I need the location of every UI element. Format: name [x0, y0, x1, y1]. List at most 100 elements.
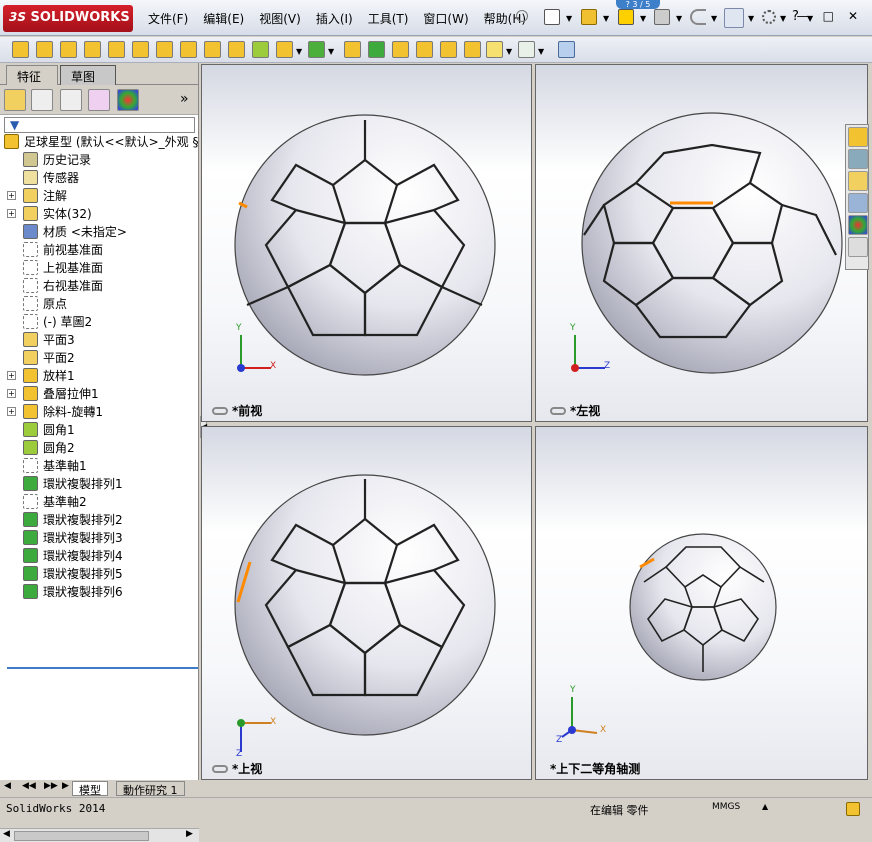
fillet-dropdown-arrow[interactable]: ▼: [296, 47, 302, 56]
menu-insert[interactable]: 插入(I): [316, 10, 353, 27]
open-dropdown-arrow[interactable]: ▼: [603, 14, 609, 23]
tab-motion-study[interactable]: 動作研究 1: [116, 781, 185, 797]
viewport-left[interactable]: Y Z *左视: [535, 64, 868, 422]
draft-icon[interactable]: [392, 41, 409, 58]
scroll-right-arrow-icon[interactable]: ▶: [186, 829, 193, 839]
solidworks-resources-icon[interactable]: [848, 127, 868, 147]
tree-item[interactable]: + 放样1: [0, 367, 198, 385]
propertymanager-tab-icon[interactable]: [31, 89, 53, 111]
expand-toggle-icon[interactable]: +: [7, 191, 16, 200]
notification-badge[interactable]: ? 3 / 5: [616, 0, 660, 9]
fillet-icon[interactable]: [252, 41, 269, 58]
rebuild-dropdown-arrow[interactable]: ▼: [640, 14, 646, 23]
linear-pattern-icon[interactable]: [308, 41, 325, 58]
menu-window[interactable]: 窗口(W): [423, 10, 468, 27]
tree-item[interactable]: (-) 草圖2: [0, 313, 198, 331]
revolve-boss-icon[interactable]: [36, 41, 53, 58]
rebuild-status-icon[interactable]: [846, 802, 860, 816]
pattern-dropdown-arrow[interactable]: ▼: [328, 47, 334, 56]
link-icon[interactable]: [212, 407, 228, 415]
tab-sketch[interactable]: 草图: [60, 65, 116, 85]
tree-item[interactable]: 環狀複製排列5: [0, 565, 198, 583]
tree-item[interactable]: 原点: [0, 295, 198, 313]
tree-item[interactable]: 右视基准面: [0, 277, 198, 295]
tree-item[interactable]: 環狀複製排列2: [0, 511, 198, 529]
boundary-boss-icon[interactable]: [108, 41, 125, 58]
sweep-cut-icon[interactable]: [180, 41, 197, 58]
expand-toggle-icon[interactable]: +: [7, 371, 16, 380]
rollback-bar[interactable]: [7, 667, 198, 669]
reference-dropdown-arrow[interactable]: ▼: [506, 47, 512, 56]
scroll-left-arrow-icon[interactable]: ◀: [3, 829, 10, 839]
menu-edit[interactable]: 编辑(E): [203, 10, 244, 27]
menu-view[interactable]: 视图(V): [259, 10, 301, 27]
expand-toggle-icon[interactable]: +: [7, 209, 16, 218]
tree-item[interactable]: 環狀複製排列1: [0, 475, 198, 493]
new-dropdown-arrow[interactable]: ▼: [566, 14, 572, 23]
tree-item[interactable]: 历史记录: [0, 151, 198, 169]
status-units[interactable]: MMGS: [712, 802, 740, 812]
tree-item[interactable]: 上视基准面: [0, 259, 198, 277]
link-icon[interactable]: [212, 765, 228, 773]
tree-filter-field[interactable]: ▼: [4, 117, 195, 133]
boundary-cut-icon[interactable]: [228, 41, 245, 58]
configurationmanager-tab-icon[interactable]: [60, 89, 82, 111]
menu-file[interactable]: 文件(F): [148, 10, 188, 27]
tree-item[interactable]: 材质 <未指定>: [0, 223, 198, 241]
undo-dropdown-arrow[interactable]: ▼: [711, 14, 717, 23]
view-palette-icon[interactable]: [848, 193, 868, 213]
tree-root-part[interactable]: 足球星型 (默认<<默认>_外观 §: [0, 133, 198, 151]
tree-item[interactable]: + 除料-旋轉1: [0, 403, 198, 421]
minimize-button[interactable]: —: [797, 9, 809, 23]
extrude-boss-icon[interactable]: [12, 41, 29, 58]
featuremanager-tab-icon[interactable]: [4, 89, 26, 111]
appearances-icon[interactable]: [848, 215, 868, 235]
dimxpertmanager-tab-icon[interactable]: [88, 89, 110, 111]
expand-toggle-icon[interactable]: +: [7, 389, 16, 398]
curves-icon[interactable]: [518, 41, 535, 58]
menu-tools[interactable]: 工具(T): [368, 10, 409, 27]
design-library-icon[interactable]: [848, 149, 868, 169]
viewport-top[interactable]: X Z *上视: [201, 426, 532, 780]
scroll-thumb[interactable]: [14, 831, 149, 841]
close-button[interactable]: ✕: [848, 9, 858, 23]
select-dropdown-arrow[interactable]: ▼: [748, 14, 754, 23]
rib-icon[interactable]: [344, 41, 361, 58]
mirror-icon[interactable]: [464, 41, 481, 58]
open-folder-icon[interactable]: [581, 9, 597, 25]
maximize-button[interactable]: □: [823, 9, 834, 23]
pin-icon[interactable]: [516, 10, 528, 22]
tree-item[interactable]: + 实体(32): [0, 205, 198, 223]
instant3d-icon[interactable]: [558, 41, 575, 58]
curves-dropdown-arrow[interactable]: ▼: [538, 47, 544, 56]
print-dropdown-arrow[interactable]: ▼: [676, 14, 682, 23]
print-icon[interactable]: [654, 9, 670, 25]
tree-item[interactable]: 传感器: [0, 169, 198, 187]
options-gear-icon[interactable]: [762, 10, 776, 24]
tab-nav-left-icon[interactable]: ◀: [4, 781, 11, 791]
expand-toggle-icon[interactable]: +: [7, 407, 16, 416]
tab-nav-right-icon[interactable]: ▶: [62, 781, 69, 791]
extrude-cut-icon[interactable]: [132, 41, 149, 58]
wrap-icon[interactable]: [368, 41, 385, 58]
tree-item[interactable]: + 叠層拉伸1: [0, 385, 198, 403]
sweep-boss-icon[interactable]: [60, 41, 77, 58]
viewport-isometric[interactable]: Y X Z *上下二等角轴测: [535, 426, 868, 780]
tree-item[interactable]: 環狀複製排列6: [0, 583, 198, 601]
viewport-front[interactable]: Y X *前视: [201, 64, 532, 422]
expand-panel-chevron-icon[interactable]: »: [180, 91, 189, 107]
intersect-icon[interactable]: [440, 41, 457, 58]
tab-nav-first-icon[interactable]: ◀◀: [22, 781, 36, 791]
tab-nav-last-icon[interactable]: ▶▶: [44, 781, 58, 791]
tree-item[interactable]: 平面3: [0, 331, 198, 349]
tree-horizontal-scrollbar[interactable]: ◀ ▶: [0, 828, 199, 842]
tab-model[interactable]: 模型: [72, 781, 108, 797]
solidworks-logo[interactable]: 3S SOLIDWORKS: [3, 5, 133, 32]
link-icon[interactable]: [550, 407, 566, 415]
tree-item[interactable]: 基準軸2: [0, 493, 198, 511]
tree-item[interactable]: 前视基准面: [0, 241, 198, 259]
undo-icon[interactable]: [690, 9, 706, 25]
new-document-icon[interactable]: [544, 9, 560, 25]
tree-item[interactable]: 平面2: [0, 349, 198, 367]
tree-item[interactable]: 環狀複製排列3: [0, 529, 198, 547]
